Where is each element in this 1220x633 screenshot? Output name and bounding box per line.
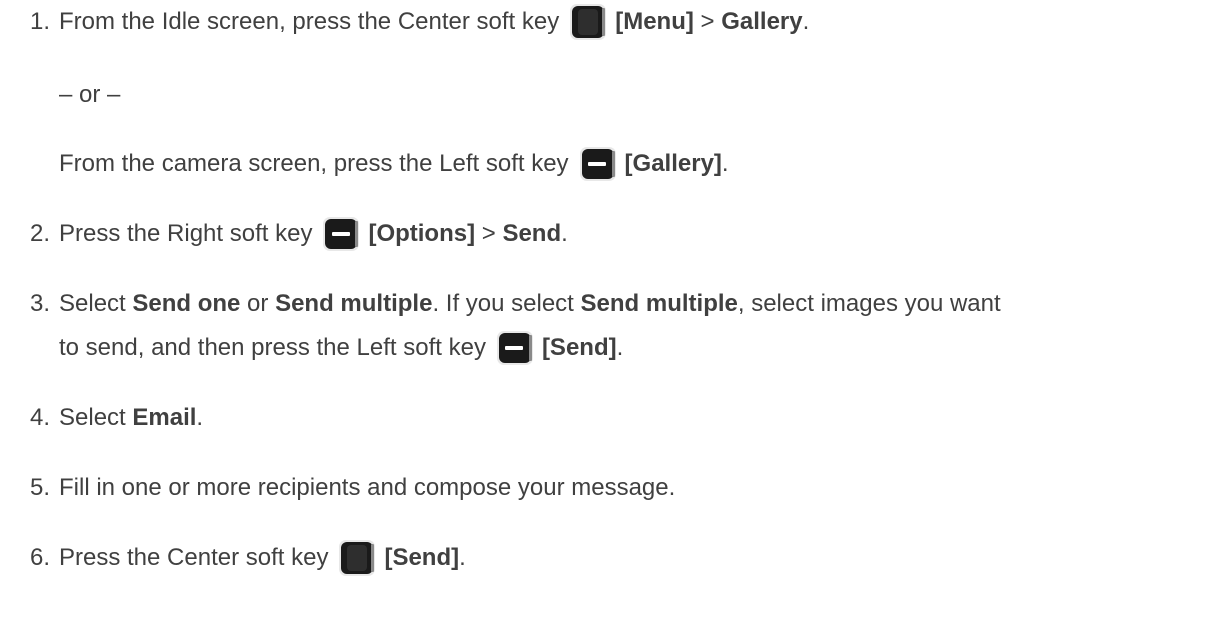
- step-1: 1. From the Idle screen, press the Cente…: [0, 0, 809, 44]
- step-number: 6.: [29, 544, 50, 571]
- step-1-alternative: From the camera screen, press the Left s…: [0, 142, 729, 186]
- option-send-multiple: Send multiple: [275, 290, 433, 317]
- step-text: Press the Right soft key: [59, 220, 313, 247]
- center-soft-key-icon: [569, 3, 607, 41]
- right-soft-key-icon: [322, 215, 360, 253]
- step-text: , select images you want: [737, 290, 1001, 317]
- option-email: Email: [132, 404, 197, 431]
- step-number: 5.: [29, 474, 50, 501]
- step-3: 3. Select Send one or Send multiple . If…: [0, 282, 1001, 326]
- step-5: 5. Fill in one or more recipients and co…: [0, 466, 675, 510]
- step-text: Press the Center soft key: [59, 544, 329, 571]
- or-divider: – or –: [0, 73, 120, 117]
- punctuation: .: [196, 404, 204, 431]
- separator: >: [475, 220, 503, 247]
- key-label: [Send]: [384, 544, 460, 571]
- step-text: or: [240, 290, 276, 317]
- or-text: – or –: [59, 81, 121, 108]
- step-number: 3.: [29, 290, 50, 317]
- punctuation: .: [561, 220, 568, 247]
- step-text: From the Idle screen, press the Center s…: [59, 8, 560, 35]
- step-text: Select: [59, 404, 133, 431]
- punctuation: .: [616, 334, 624, 361]
- key-label: [Options]: [368, 220, 476, 247]
- step-4: 4. Select Email .: [0, 396, 203, 440]
- step-3-continued: to send, and then press the Left soft ke…: [0, 326, 623, 370]
- punctuation: .: [802, 8, 810, 35]
- punctuation: .: [721, 150, 729, 177]
- step-number: 1.: [29, 8, 50, 35]
- step-6: 6. Press the Center soft key [Send] .: [0, 536, 466, 580]
- left-soft-key-icon: [496, 329, 534, 367]
- menu-target: Gallery: [721, 8, 803, 35]
- key-label: [Send]: [541, 334, 617, 361]
- center-soft-key-icon: [338, 539, 376, 577]
- step-2: 2. Press the Right soft key [Options] > …: [0, 212, 568, 256]
- key-label: [Gallery]: [624, 150, 722, 177]
- step-number: 2.: [29, 220, 50, 247]
- option-send-multiple: Send multiple: [580, 290, 738, 317]
- option-send-one: Send one: [132, 290, 241, 317]
- step-text: Select: [59, 290, 133, 317]
- key-label: [Menu]: [615, 8, 694, 35]
- separator: >: [693, 8, 722, 35]
- step-text: . If you select: [432, 290, 581, 317]
- left-soft-key-icon: [579, 145, 617, 183]
- punctuation: .: [459, 544, 466, 571]
- step-text: From the camera screen, press the Left s…: [59, 150, 569, 177]
- menu-target: Send: [502, 220, 562, 247]
- step-number: 4.: [29, 404, 50, 431]
- step-text: to send, and then press the Left soft ke…: [59, 334, 486, 361]
- step-text: Fill in one or more recipients and compo…: [59, 474, 676, 501]
